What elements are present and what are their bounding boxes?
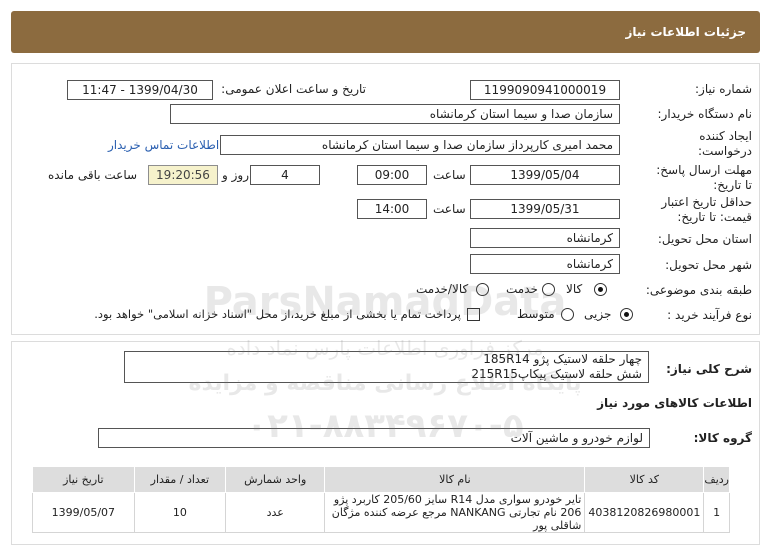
page-title: جزئیات اطلاعات نیاز <box>625 25 746 39</box>
deadline-label-2: تا تاریخ: <box>713 178 752 192</box>
page-header: جزئیات اطلاعات نیاز <box>11 11 760 53</box>
buyer-contact-link[interactable]: اطلاعات تماس خریدار <box>108 138 219 152</box>
validity-time-label: ساعت <box>433 202 466 216</box>
process-radio-medium[interactable] <box>561 308 574 321</box>
cell-code: 4038120826980001 <box>584 492 705 533</box>
cell-date: 1399/05/07 <box>32 492 135 533</box>
treasury-payment-note: پرداخت تمام یا بخشی از مبلغ خرید،از محل … <box>94 307 461 321</box>
process-label: نوع فرآیند خرید : <box>667 308 752 322</box>
remaining-time-field: 19:20:56 <box>148 165 218 185</box>
process-radio-minor[interactable] <box>620 308 633 321</box>
goods-group-field: لوازم خودرو و ماشین آلات <box>98 428 650 448</box>
province-field: کرمانشاه <box>470 228 620 248</box>
need-summary-line-2: شش حلقه لاستیک پیکاپ215R15 <box>471 367 642 381</box>
deadline-time-field: 09:00 <box>357 165 427 185</box>
need-number-field: 1199090941000019 <box>470 80 620 100</box>
validity-label-1: حداقل تاریخ اعتبار <box>661 195 752 209</box>
category-radio-service[interactable] <box>542 283 555 296</box>
creator-label-2: درخواست: <box>698 144 752 158</box>
announce-label: تاریخ و ساعت اعلان عمومی: <box>221 82 366 96</box>
validity-time-field: 14:00 <box>357 199 427 219</box>
creator-label-1: ایجاد کننده <box>699 129 752 143</box>
col-date: تاریخ نیاز <box>32 466 135 493</box>
category-option-service: خدمت <box>506 282 538 296</box>
validity-date-field: 1399/05/31 <box>470 199 620 219</box>
need-summary-box: چهار حلقه لاستیک پژو 185R14 شش حلقه لاست… <box>124 351 649 383</box>
remaining-time-label: ساعت باقی مانده <box>48 168 138 182</box>
goods-table-header: ردیف کد کالا نام کالا واحد شمارش تعداد /… <box>32 466 730 493</box>
category-option-goods: کالا <box>566 282 583 296</box>
process-option-minor: جزیی <box>584 307 612 321</box>
category-radio-goods[interactable] <box>594 283 607 296</box>
category-label: طبقه بندی موضوعی: <box>645 283 752 297</box>
cell-unit: عدد <box>225 492 326 533</box>
col-row: ردیف <box>703 466 730 493</box>
creator-field: محمد امیری کارپرداز سازمان صدا و سیما اس… <box>220 135 620 155</box>
days-label: روز و <box>222 168 249 182</box>
cell-row: 1 <box>703 492 730 533</box>
col-unit: واحد شمارش <box>225 466 326 493</box>
cell-qty: 10 <box>133 492 227 533</box>
process-option-medium: متوسط <box>517 307 555 321</box>
buyer-org-label: نام دستگاه خریدار: <box>657 107 753 121</box>
goods-table: ردیف کد کالا نام کالا واحد شمارش تعداد /… <box>32 466 730 533</box>
need-number-label: شماره نیاز: <box>695 82 752 96</box>
need-summary-label: شرح کلی نیاز: <box>666 362 752 376</box>
col-qty: تعداد / مقدار <box>133 466 227 493</box>
category-radio-goods-service[interactable] <box>476 283 489 296</box>
days-remaining-field: 4 <box>250 165 320 185</box>
goods-section-title: اطلاعات کالاهای مورد نیاز <box>597 396 752 410</box>
col-code: کد کالا <box>584 466 705 493</box>
category-option-goods-service: کالا/خدمت <box>416 282 469 296</box>
buyer-org-field: سازمان صدا و سیما استان کرمانشاه <box>170 104 620 124</box>
deadline-label-1: مهلت ارسال پاسخ: <box>656 163 752 177</box>
treasury-payment-checkbox[interactable] <box>467 308 480 321</box>
need-summary-line-1: چهار حلقه لاستیک پژو 185R14 <box>483 352 642 366</box>
cell-name: تایر خودرو سواری مدل R14 سایز 205/60 کار… <box>324 492 586 533</box>
deadline-time-label: ساعت <box>433 168 466 182</box>
deadline-date-field: 1399/05/04 <box>470 165 620 185</box>
validity-label-2: قیمت: تا تاریخ: <box>677 210 752 224</box>
province-label: استان محل تحویل: <box>657 232 752 246</box>
city-label: شهر محل تحویل: <box>665 258 752 272</box>
col-name: نام کالا <box>324 466 586 493</box>
table-row: 1 4038120826980001 تایر خودرو سواری مدل … <box>32 492 730 533</box>
announce-field: 1399/04/30 - 11:47 <box>67 80 213 100</box>
city-field: کرمانشاه <box>470 254 620 274</box>
goods-group-label: گروه کالا: <box>693 431 752 445</box>
